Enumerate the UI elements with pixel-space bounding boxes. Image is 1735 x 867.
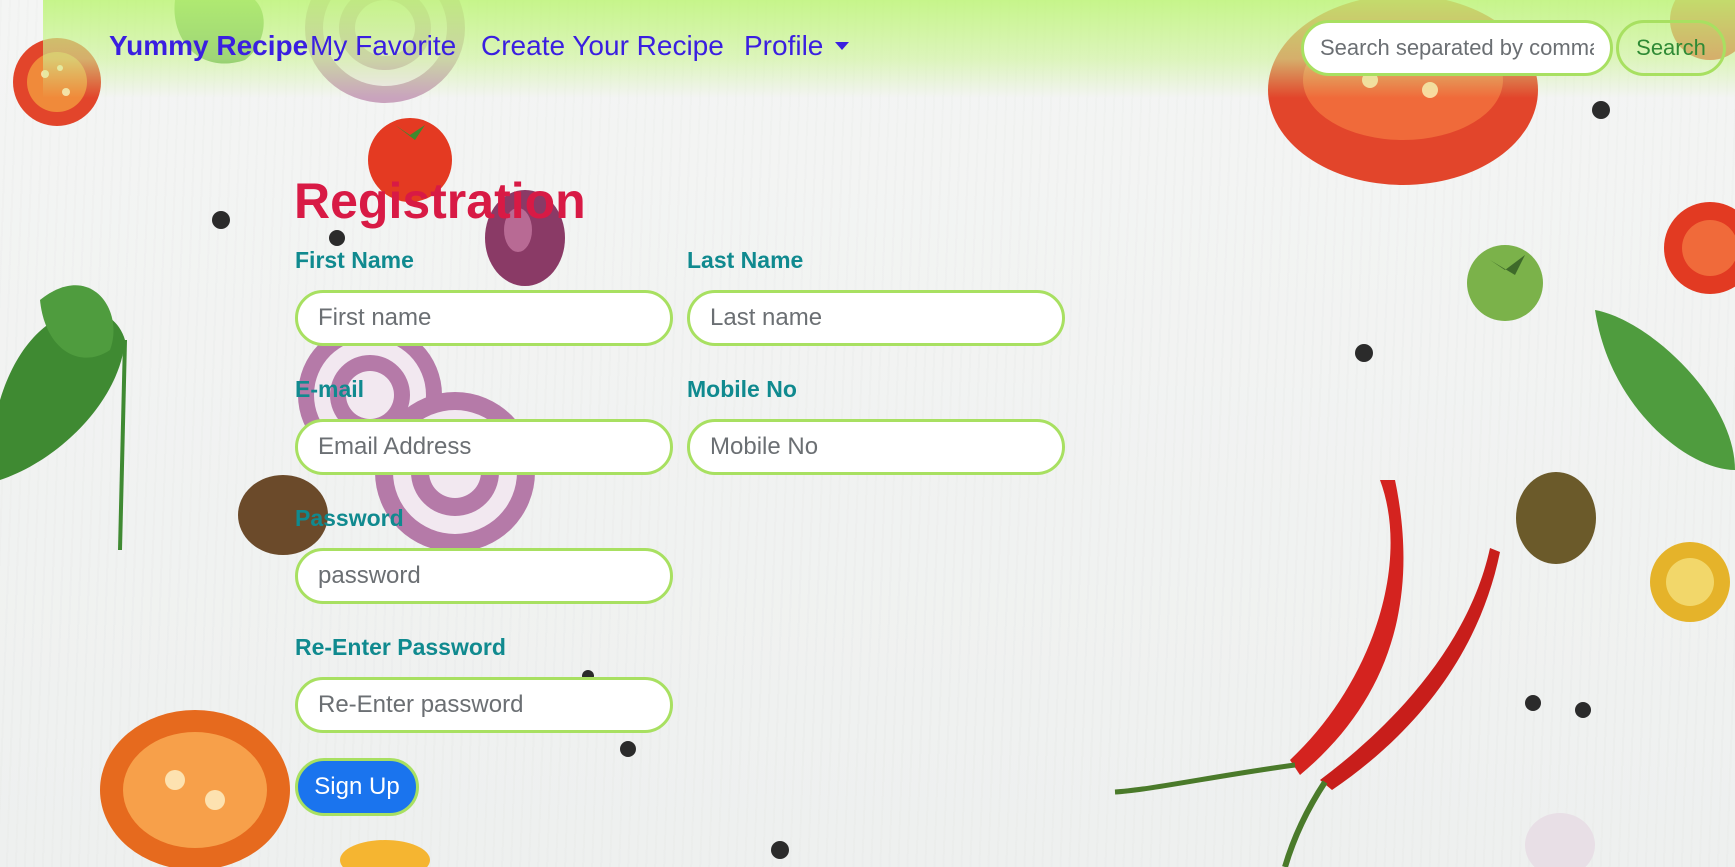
- first-name-field[interactable]: [295, 290, 673, 346]
- nav-link-my-favorite[interactable]: My Favorite: [310, 30, 456, 62]
- garlic: [1525, 813, 1595, 867]
- search-button[interactable]: Search: [1616, 20, 1726, 76]
- mobile-field[interactable]: [687, 419, 1065, 475]
- olive-right: [1516, 472, 1596, 564]
- red-chili-peppers: [1114, 480, 1500, 867]
- reenter-password-label: Re-Enter Password: [295, 634, 506, 660]
- green-tomato: [1467, 245, 1543, 321]
- password-label: Password: [295, 505, 404, 531]
- tomato-half-bottom: [100, 710, 290, 867]
- last-name-field[interactable]: [687, 290, 1065, 346]
- navbar: Yummy Recipe My Favorite Create Your Rec…: [43, 0, 1735, 98]
- reenter-password-field[interactable]: [295, 677, 673, 733]
- brand-link[interactable]: Yummy Recipe: [109, 30, 308, 62]
- mobile-label: Mobile No: [687, 376, 797, 402]
- email-field[interactable]: [295, 419, 673, 475]
- basil-leaves-left: [0, 285, 127, 551]
- dropdown-caret-icon: [835, 41, 850, 50]
- first-name-label: First Name: [295, 247, 414, 273]
- page-title: Registration: [294, 173, 586, 229]
- last-name-label: Last Name: [687, 247, 804, 273]
- email-label: E-mail: [295, 376, 365, 402]
- search-input[interactable]: [1301, 20, 1613, 76]
- nav-link-profile[interactable]: Profile: [744, 30, 850, 62]
- nav-link-create-recipe[interactable]: Create Your Recipe: [481, 30, 724, 62]
- sign-up-button[interactable]: Sign Up: [295, 758, 419, 816]
- password-field[interactable]: [295, 548, 673, 604]
- profile-label: Profile: [744, 30, 824, 61]
- basil-leaf-right: [1595, 310, 1735, 470]
